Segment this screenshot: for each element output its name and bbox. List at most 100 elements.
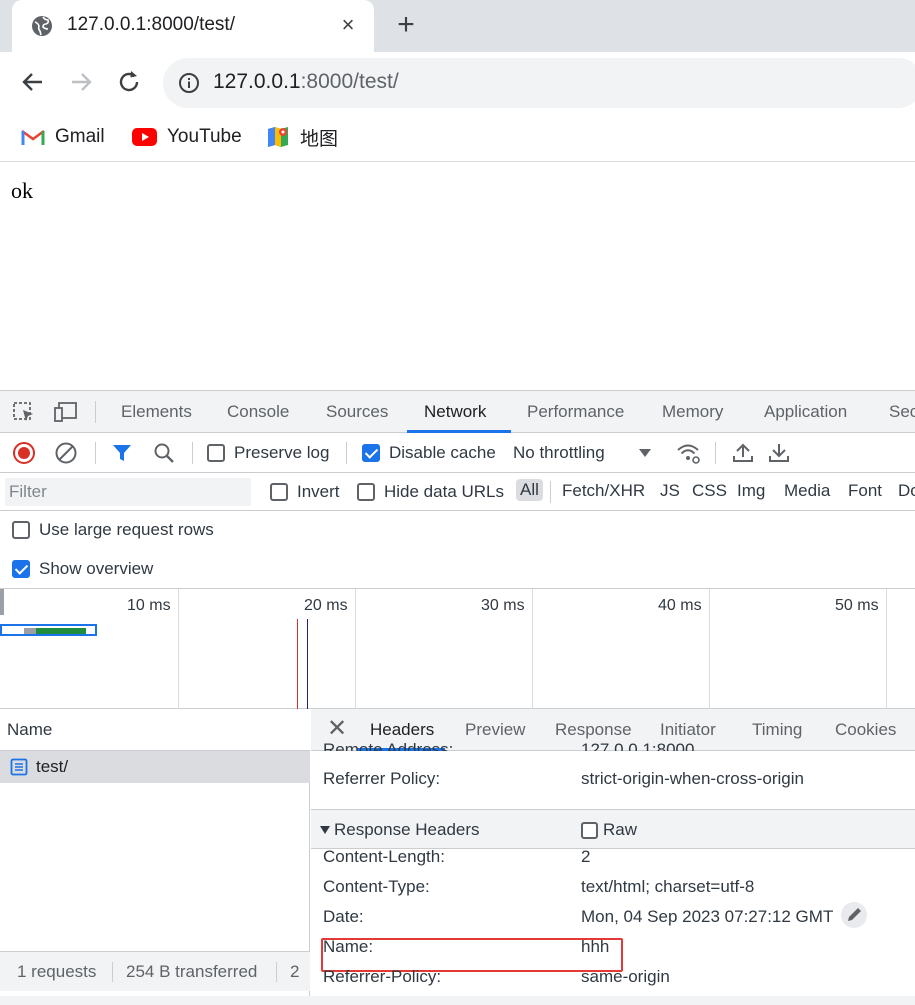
tab-application[interactable]: Application bbox=[764, 402, 847, 422]
url-host: 127.0.0.1 bbox=[213, 70, 301, 93]
tab-network[interactable]: Network bbox=[424, 402, 486, 422]
bookmark-gmail[interactable]: Gmail bbox=[21, 124, 105, 150]
import-har-icon[interactable] bbox=[731, 441, 755, 465]
divider bbox=[95, 401, 96, 423]
tick-label: 10 ms bbox=[127, 597, 171, 614]
large-rows-label: Use large request rows bbox=[39, 520, 214, 539]
divider bbox=[95, 442, 96, 464]
header-key: Referrer Policy: bbox=[323, 769, 441, 788]
inspect-element-icon[interactable] bbox=[12, 401, 36, 423]
large-rows-checkbox[interactable] bbox=[12, 521, 30, 539]
header-key: Referrer-Policy: bbox=[323, 967, 442, 986]
tab-initiator[interactable]: Initiator bbox=[660, 720, 716, 740]
type-filter-doc[interactable]: Do bbox=[898, 481, 915, 501]
raw-label: Raw bbox=[603, 820, 638, 839]
divider bbox=[550, 481, 551, 503]
header-key: Date: bbox=[323, 907, 364, 926]
timeline-overview[interactable]: 10 ms 20 ms 30 ms 40 ms 50 ms bbox=[0, 588, 915, 709]
invert-checkbox[interactable] bbox=[270, 483, 288, 501]
preserve-log-checkbox[interactable] bbox=[207, 444, 225, 462]
disable-cache-checkbox[interactable] bbox=[362, 444, 380, 462]
large-rows-option: Use large request rows bbox=[0, 512, 915, 550]
type-filter-font[interactable]: Font bbox=[848, 481, 882, 501]
raw-checkbox[interactable] bbox=[581, 822, 598, 839]
export-har-icon[interactable] bbox=[767, 441, 791, 465]
header-key: Content-Type: bbox=[323, 877, 430, 896]
request-list: Name test/ 1 requests 254 B transferred … bbox=[0, 709, 310, 1005]
show-overview-checkbox[interactable] bbox=[12, 560, 30, 578]
request-list-header[interactable]: Name bbox=[0, 709, 310, 751]
overview-handle[interactable] bbox=[0, 589, 4, 615]
record-stop-icon[interactable] bbox=[12, 441, 36, 465]
type-filter-js[interactable]: JS bbox=[660, 481, 680, 501]
tab-timing[interactable]: Timing bbox=[752, 720, 802, 740]
tab-memory[interactable]: Memory bbox=[662, 402, 723, 422]
filter-input[interactable] bbox=[5, 478, 251, 506]
hide-data-urls-checkbox[interactable] bbox=[357, 483, 375, 501]
clear-icon[interactable] bbox=[54, 441, 78, 465]
hide-data-urls-label: Hide data URLs bbox=[384, 482, 505, 501]
disable-cache-label: Disable cache bbox=[389, 443, 496, 462]
tab-sources[interactable]: Sources bbox=[326, 402, 388, 422]
section-title: Response Headers bbox=[334, 820, 480, 839]
bookmark-label: YouTube bbox=[167, 126, 242, 147]
collapse-triangle-icon[interactable] bbox=[319, 825, 331, 835]
gridline bbox=[355, 589, 356, 709]
table-row[interactable]: test/ bbox=[0, 751, 310, 783]
new-tab-button[interactable]: + bbox=[392, 10, 420, 40]
tick-label: 30 ms bbox=[481, 597, 525, 614]
browser-tab[interactable]: 127.0.0.1:8000/test/ × bbox=[12, 0, 374, 52]
tab-elements[interactable]: Elements bbox=[121, 402, 192, 422]
scroll-mask bbox=[311, 751, 915, 759]
tick-label: 50 ms bbox=[835, 597, 879, 614]
divider bbox=[112, 962, 113, 982]
type-filter-all[interactable]: All bbox=[516, 479, 543, 501]
type-filter-fetch-xhr[interactable]: Fetch/XHR bbox=[562, 481, 645, 501]
type-filter-css[interactable]: CSS bbox=[692, 481, 727, 501]
globe-icon bbox=[32, 16, 52, 36]
close-tab-icon[interactable]: × bbox=[337, 14, 359, 36]
bookmark-maps[interactable]: 地图 bbox=[266, 124, 338, 150]
response-headers-section[interactable]: Response Headers Raw bbox=[311, 809, 915, 849]
tab-cookies[interactable]: Cookies bbox=[835, 720, 896, 740]
dom-content-loaded-marker bbox=[307, 619, 308, 709]
back-arrow-icon[interactable] bbox=[19, 68, 47, 96]
network-status-bar: 1 requests 254 B transferred 2 bbox=[0, 951, 310, 991]
tab-preview[interactable]: Preview bbox=[465, 720, 525, 740]
tab-console[interactable]: Console bbox=[227, 402, 289, 422]
url-path: :8000/test/ bbox=[300, 70, 399, 93]
type-filter-media[interactable]: Media bbox=[784, 481, 830, 501]
divider bbox=[346, 442, 347, 464]
tick-label: 40 ms bbox=[658, 597, 702, 614]
load-event-marker bbox=[297, 619, 298, 709]
request-name: test/ bbox=[36, 757, 69, 776]
throttling-select[interactable]: No throttling bbox=[513, 443, 605, 463]
address-bar[interactable]: 127.0.0.1:8000/test/ bbox=[163, 58, 915, 108]
bookmark-youtube[interactable]: YouTube bbox=[132, 124, 242, 150]
forward-arrow-icon[interactable] bbox=[67, 68, 95, 96]
resources-size: 2 bbox=[290, 962, 300, 981]
page-content: ok bbox=[0, 163, 915, 390]
site-info-icon[interactable] bbox=[178, 72, 200, 94]
tab-headers[interactable]: Headers bbox=[370, 720, 434, 740]
tab-security[interactable]: Sec bbox=[889, 402, 915, 422]
dropdown-arrow-icon[interactable] bbox=[638, 447, 652, 459]
transferred-size: 254 B transferred bbox=[126, 962, 258, 981]
network-conditions-icon[interactable] bbox=[676, 441, 700, 465]
type-filter-img[interactable]: Img bbox=[737, 481, 765, 501]
bookmark-label: 地图 bbox=[300, 128, 339, 150]
device-toolbar-icon[interactable] bbox=[54, 401, 78, 423]
tab-response[interactable]: Response bbox=[555, 720, 632, 740]
search-icon[interactable] bbox=[152, 441, 176, 465]
filter-icon[interactable] bbox=[110, 441, 134, 465]
reload-icon[interactable] bbox=[115, 68, 143, 96]
request-bar bbox=[0, 624, 97, 636]
tab-performance[interactable]: Performance bbox=[527, 402, 624, 422]
network-toolbar: Preserve log Disable cache No throttling bbox=[0, 433, 915, 473]
devtools-panel: Elements Console Sources Network Perform… bbox=[0, 390, 915, 1005]
gridline bbox=[532, 589, 533, 709]
close-details-icon[interactable]: ✕ bbox=[326, 717, 348, 741]
column-name: Name bbox=[7, 720, 53, 739]
invert-label: Invert bbox=[297, 482, 340, 501]
edit-pencil-icon[interactable] bbox=[840, 901, 868, 929]
